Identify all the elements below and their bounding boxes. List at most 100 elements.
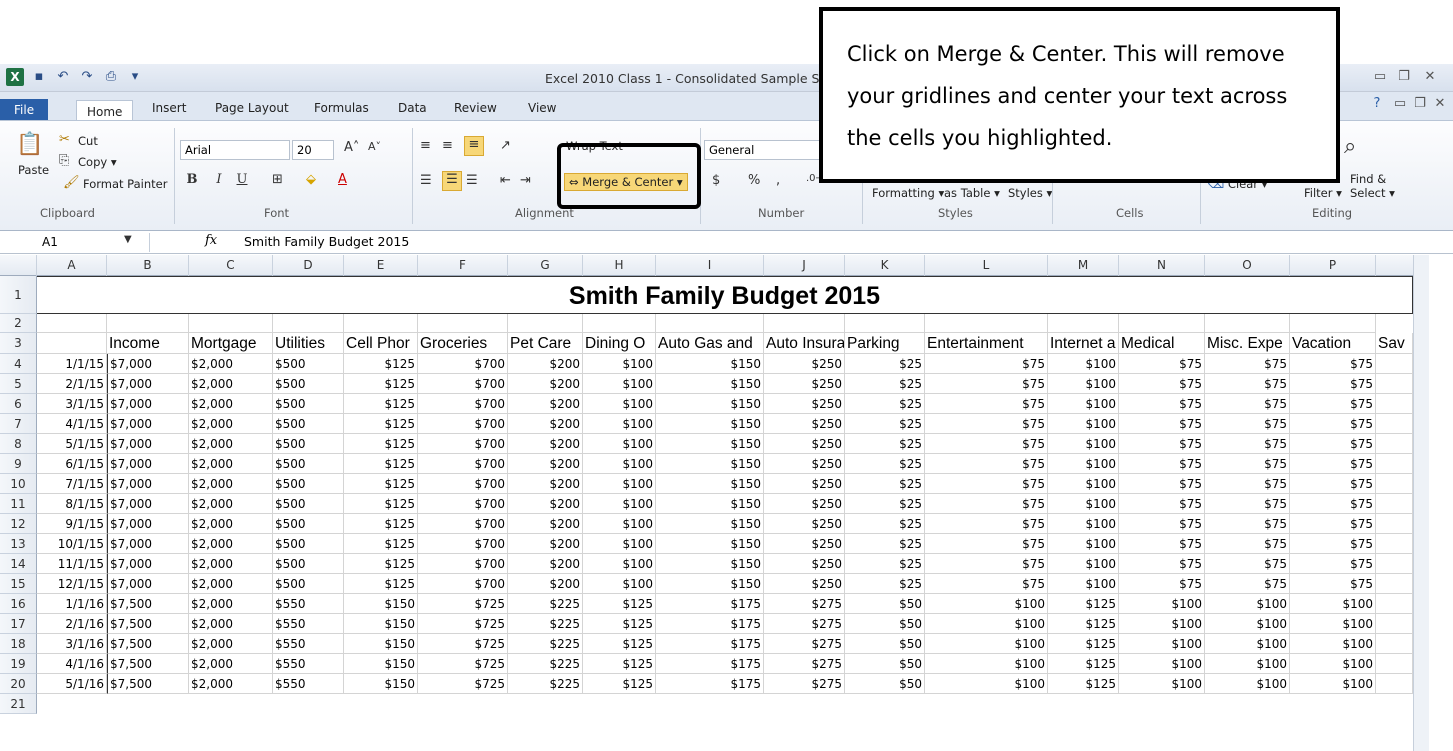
increase-indent-icon[interactable]: ⇥ [520, 173, 531, 188]
amount-cell[interactable]: $75 [1290, 394, 1376, 414]
print-preview-icon[interactable]: ⎙ [102, 68, 120, 86]
amount-cell[interactable]: $75 [925, 354, 1048, 374]
amount-cell[interactable]: $75 [1205, 394, 1290, 414]
row-header[interactable]: 10 [0, 474, 37, 494]
amount-cell[interactable]: $225 [508, 654, 583, 674]
amount-cell[interactable]: $75 [1205, 554, 1290, 574]
amount-cell[interactable]: $725 [418, 594, 508, 614]
amount-cell[interactable]: $175 [656, 594, 764, 614]
amount-cell[interactable]: $500 [273, 414, 344, 434]
amount-cell[interactable]: $25 [845, 454, 925, 474]
amount-cell[interactable]: $125 [344, 554, 418, 574]
amount-cell[interactable]: $175 [656, 674, 764, 694]
amount-cell[interactable]: $75 [1290, 534, 1376, 554]
empty-cell[interactable] [1376, 414, 1413, 434]
amount-cell[interactable]: $275 [764, 594, 845, 614]
amount-cell[interactable]: $75 [1205, 494, 1290, 514]
paste-icon[interactable]: 📋 [16, 132, 43, 157]
empty-cell[interactable] [1376, 474, 1413, 494]
amount-cell[interactable]: $2,000 [189, 674, 273, 694]
amount-cell[interactable]: $25 [845, 534, 925, 554]
amount-cell[interactable]: $100 [1048, 454, 1119, 474]
empty-cell[interactable] [1119, 314, 1205, 333]
row-header[interactable]: 6 [0, 394, 37, 414]
font-size-box[interactable]: 20 [292, 140, 334, 160]
amount-cell[interactable]: $150 [656, 394, 764, 414]
row-header[interactable]: 5 [0, 374, 37, 394]
insert-function-button[interactable]: fx [205, 233, 217, 248]
amount-cell[interactable]: $75 [925, 374, 1048, 394]
header-cell[interactable]: Auto Insura [764, 333, 845, 354]
amount-cell[interactable]: $75 [925, 534, 1048, 554]
amount-cell[interactable]: $100 [583, 354, 656, 374]
excel-logo-icon[interactable]: X [6, 68, 24, 86]
amount-cell[interactable]: $100 [1290, 614, 1376, 634]
amount-cell[interactable]: $75 [1119, 454, 1205, 474]
amount-cell[interactable]: $125 [583, 634, 656, 654]
amount-cell[interactable]: $100 [1048, 394, 1119, 414]
empty-cell[interactable] [508, 314, 583, 333]
date-cell[interactable]: 2/1/15 [37, 374, 107, 394]
empty-cell[interactable] [1376, 634, 1413, 654]
amount-cell[interactable]: $2,000 [189, 434, 273, 454]
empty-cell[interactable] [1048, 314, 1119, 333]
amount-cell[interactable]: $100 [925, 674, 1048, 694]
amount-cell[interactable]: $7,000 [107, 394, 189, 414]
column-header-h[interactable]: H [583, 255, 656, 276]
amount-cell[interactable]: $100 [1048, 434, 1119, 454]
align-center-icon[interactable]: ☰ [442, 171, 462, 191]
amount-cell[interactable]: $225 [508, 614, 583, 634]
amount-cell[interactable]: $125 [1048, 614, 1119, 634]
amount-cell[interactable]: $75 [1290, 374, 1376, 394]
empty-cell[interactable] [1376, 614, 1413, 634]
number-format-box[interactable]: General [704, 140, 822, 160]
empty-cell[interactable] [1205, 314, 1290, 333]
empty-cell[interactable] [344, 314, 418, 333]
align-top-icon[interactable]: ≡ [420, 138, 431, 153]
copy-icon[interactable]: ⎘ [59, 153, 69, 168]
empty-cell[interactable] [189, 314, 273, 333]
column-header-a[interactable]: A [37, 255, 107, 276]
amount-cell[interactable]: $125 [344, 414, 418, 434]
amount-cell[interactable]: $250 [764, 394, 845, 414]
amount-cell[interactable]: $275 [764, 654, 845, 674]
orientation-icon[interactable]: ↗ [500, 138, 511, 153]
amount-cell[interactable]: $500 [273, 554, 344, 574]
empty-cell[interactable] [845, 314, 925, 333]
amount-cell[interactable]: $100 [1205, 674, 1290, 694]
header-cell[interactable]: Vacation [1290, 333, 1376, 354]
empty-cell[interactable] [1376, 434, 1413, 454]
amount-cell[interactable]: $75 [1290, 434, 1376, 454]
amount-cell[interactable]: $75 [1290, 354, 1376, 374]
row-header[interactable]: 20 [0, 674, 37, 694]
amount-cell[interactable]: $100 [1048, 514, 1119, 534]
tab-page-layout[interactable]: Page Layout [205, 97, 299, 119]
help-icon[interactable]: ? [1365, 96, 1389, 111]
amount-cell[interactable]: $125 [1048, 674, 1119, 694]
amount-cell[interactable]: $500 [273, 394, 344, 414]
amount-cell[interactable]: $250 [764, 474, 845, 494]
empty-cell[interactable] [1376, 394, 1413, 414]
amount-cell[interactable]: $2,000 [189, 454, 273, 474]
column-header-b[interactable]: B [107, 255, 189, 276]
amount-cell[interactable]: $700 [418, 474, 508, 494]
amount-cell[interactable]: $75 [1119, 554, 1205, 574]
empty-cell[interactable] [1376, 674, 1413, 694]
amount-cell[interactable]: $25 [845, 374, 925, 394]
row-header[interactable]: 19 [0, 654, 37, 674]
amount-cell[interactable]: $7,000 [107, 474, 189, 494]
amount-cell[interactable]: $100 [1205, 614, 1290, 634]
amount-cell[interactable]: $500 [273, 534, 344, 554]
amount-cell[interactable]: $125 [583, 674, 656, 694]
amount-cell[interactable]: $150 [656, 374, 764, 394]
amount-cell[interactable]: $50 [845, 614, 925, 634]
amount-cell[interactable]: $100 [1119, 634, 1205, 654]
cut-button[interactable]: Cut [78, 134, 98, 148]
row-header[interactable]: 18 [0, 634, 37, 654]
amount-cell[interactable]: $100 [1290, 674, 1376, 694]
amount-cell[interactable]: $7,000 [107, 514, 189, 534]
header-cell[interactable]: Utilities [273, 333, 344, 354]
amount-cell[interactable]: $150 [656, 354, 764, 374]
date-cell[interactable]: 5/1/16 [37, 674, 107, 694]
amount-cell[interactable]: $150 [656, 434, 764, 454]
